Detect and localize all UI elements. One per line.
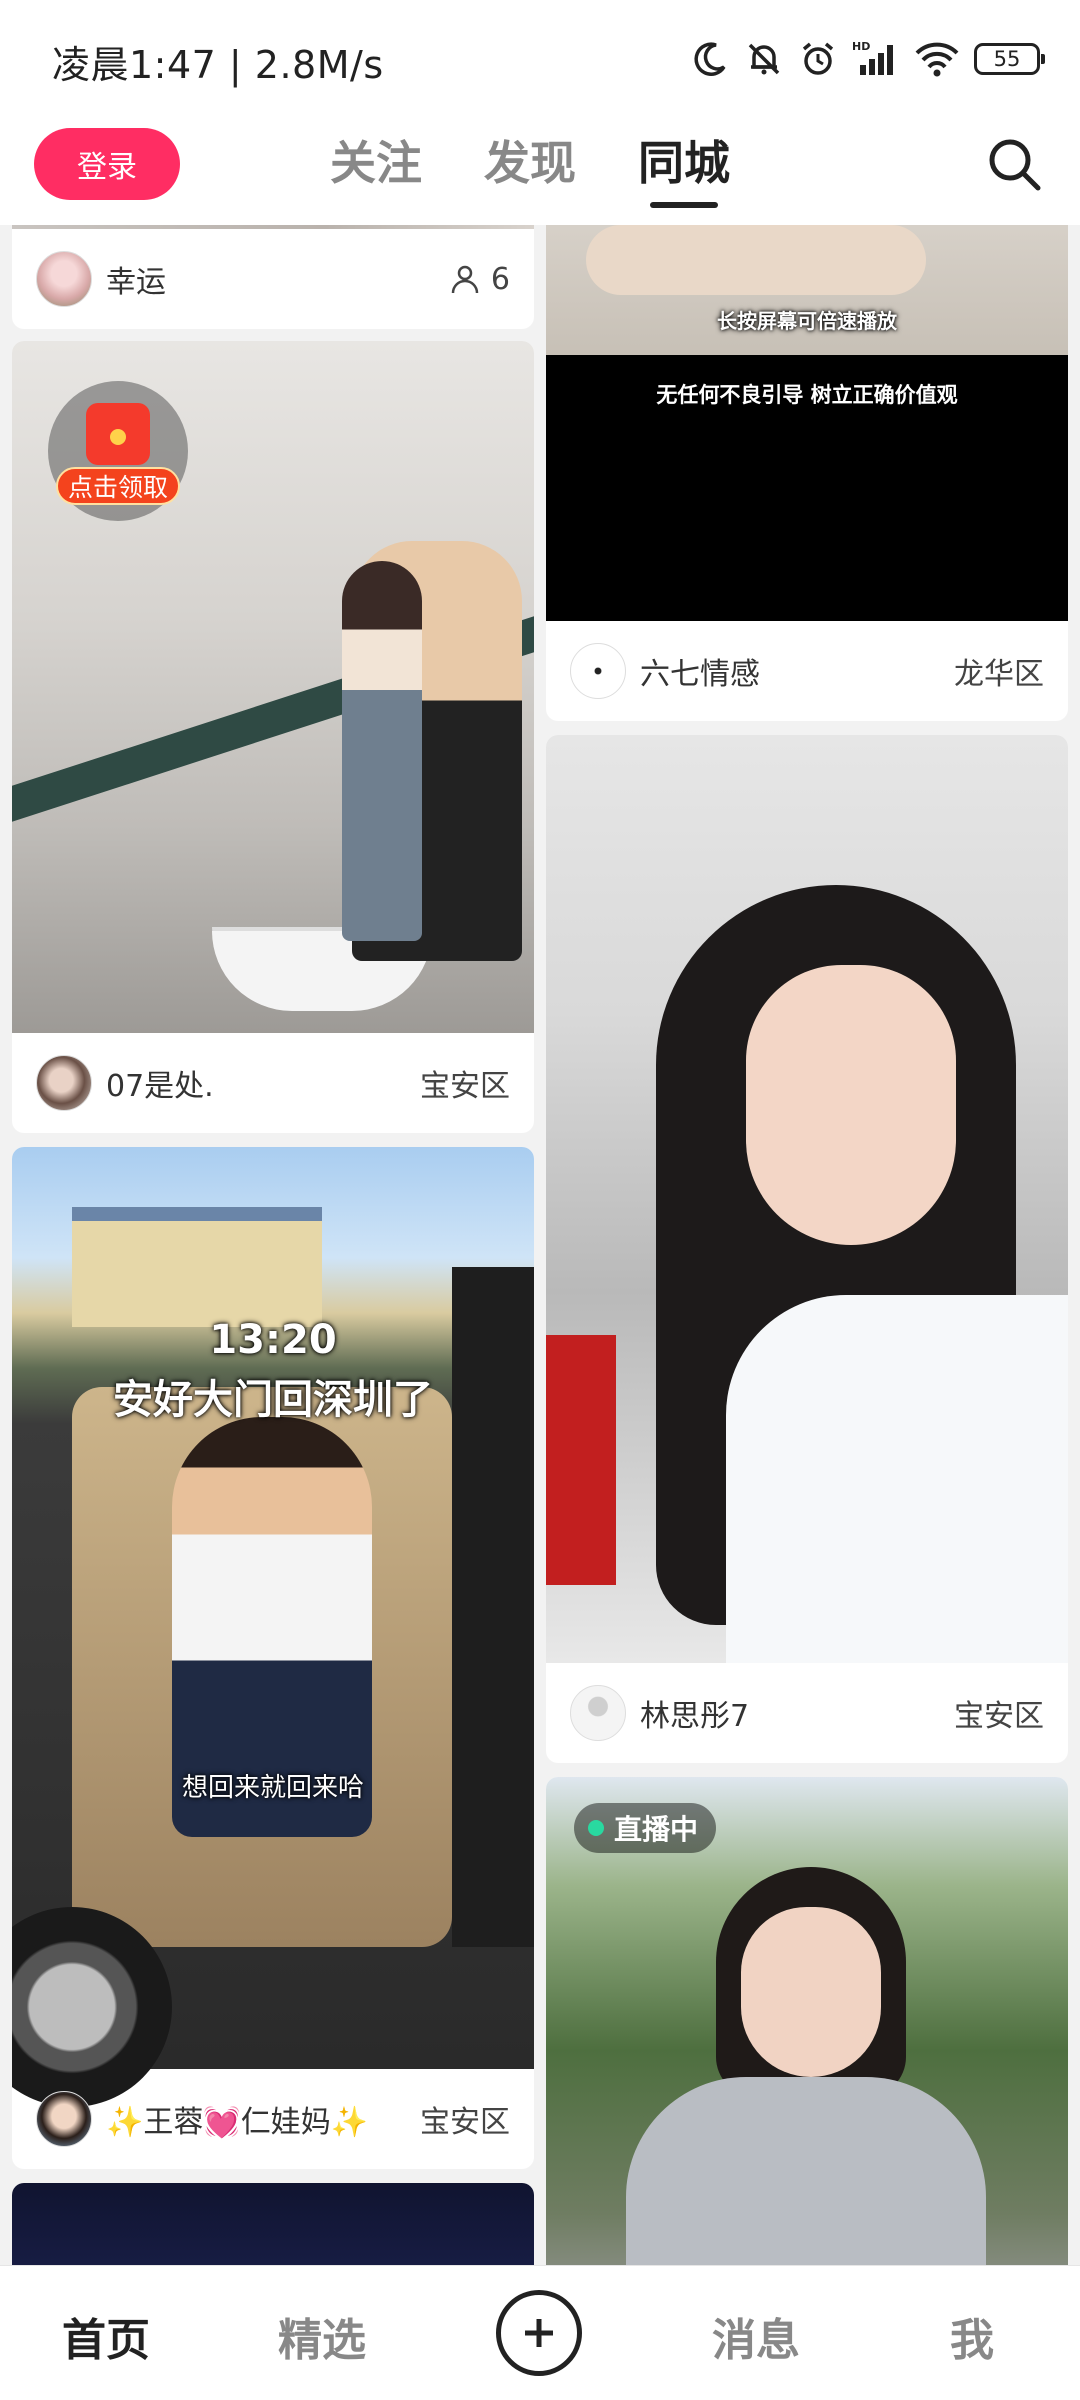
feed-card-partial[interactable] (12, 2183, 534, 2265)
avatar[interactable] (36, 251, 92, 307)
author-name[interactable]: 07是处. (106, 1061, 420, 1105)
feed-card-lucky[interactable]: 幸运 6 (12, 225, 534, 329)
tab-discover[interactable]: 发现 (484, 128, 576, 208)
person-shape (342, 561, 422, 941)
shirt-shape (726, 1295, 1068, 1663)
top-tabs: 关注 发现 同城 (330, 128, 730, 208)
avatar[interactable] (36, 1055, 92, 1111)
location-label: 龙华区 (954, 657, 1044, 692)
location-label: 宝安区 (420, 2105, 510, 2140)
card-meta: 林思彤7 宝安区 (546, 1663, 1068, 1763)
red-envelope-icon (86, 403, 150, 465)
create-button[interactable] (496, 2290, 582, 2376)
top-header: 登录 关注 发现 同城 (0, 110, 1080, 225)
bottom-nav: 首页 精选 消息 我 (0, 2265, 1080, 2400)
overlay-caption: 想回来就回来哈 (181, 1773, 364, 1803)
sofa-scene (546, 225, 1068, 355)
nav-messages[interactable]: 消息 (712, 2304, 800, 2368)
tab-local[interactable]: 同城 (638, 128, 730, 208)
author-name[interactable]: ✨王蓉💓仁娃妈✨ (106, 2097, 420, 2141)
feed-card-emotion[interactable]: 长按屏幕可倍速播放 无任何不良引导 树立正确价值观 六七情感 龙华区 (546, 225, 1068, 721)
person-icon (451, 265, 479, 294)
live-dot-icon (588, 1820, 604, 1836)
video-cover: 13:20 安好大门回深圳了 想回来就回来哈 (12, 1147, 534, 2107)
card-meta: 六七情感 龙华区 (546, 621, 1068, 721)
face-shape (746, 965, 956, 1245)
feed-card-car[interactable]: 13:20 安好大门回深圳了 想回来就回来哈 ✨王蓉💓仁娃妈✨ 宝安区 (12, 1147, 534, 2169)
hd-signal-icon: HD (852, 40, 893, 75)
nav-me[interactable]: 我 (950, 2304, 994, 2368)
video-cover: 点击领取 (12, 341, 534, 1033)
avatar[interactable] (36, 2091, 92, 2147)
author-name[interactable]: 幸运 (106, 257, 449, 301)
feed-card-portrait[interactable]: 林思彤7 宝安区 (546, 735, 1068, 1763)
viewer-count: 6 (449, 262, 510, 297)
status-icons: HD 55 (690, 36, 1045, 82)
video-cover: 直播中 (546, 1777, 1068, 2265)
plus-icon (525, 2319, 553, 2347)
bell-off-icon (748, 43, 780, 75)
feed-card-bathroom[interactable]: 点击领取 07是处. 宝安区 (12, 341, 534, 1133)
viewer-count-value: 6 (490, 261, 510, 297)
video-cover (546, 735, 1068, 1663)
avatar[interactable] (570, 643, 626, 699)
wifi-icon (915, 42, 959, 77)
person-shape (586, 225, 926, 295)
location-label: 宝安区 (420, 1069, 510, 1104)
card-meta: 07是处. 宝安区 (12, 1033, 534, 1133)
overlay-time: 13:20 (209, 1317, 337, 1363)
card-meta: 幸运 6 (12, 229, 534, 329)
avatar[interactable] (570, 1685, 626, 1741)
search-icon[interactable] (984, 134, 1044, 194)
face-shape (741, 1907, 881, 2077)
battery-icon: 55 (974, 43, 1045, 75)
overlay-title: 安好大门回深圳了 (113, 1377, 433, 1423)
author-name[interactable]: 林思彤7 (640, 1691, 954, 1735)
shirt-shape (626, 2077, 986, 2265)
red-packet-label: 点击领取 (56, 467, 180, 505)
card-meta: ✨王蓉💓仁娃妈✨ 宝安区 (12, 2069, 534, 2169)
live-label: 直播中 (614, 1813, 699, 1846)
login-button[interactable]: 登录 (34, 128, 180, 200)
alarm-icon (802, 42, 834, 75)
video-cover (12, 2183, 534, 2265)
app-root: 凌晨1:47 | 2.8M/s HD 55 登录 关注 发现 同城 幸运 6 点… (0, 0, 1080, 2400)
building (72, 1207, 322, 1327)
overlay-notice: 无任何不良引导 树立正确价值观 (656, 383, 958, 407)
status-time: 凌晨1:47 | 2.8M/s (52, 43, 384, 87)
overlay-hint: 长按屏幕可倍速播放 (717, 309, 897, 333)
status-bar: 凌晨1:47 | 2.8M/s HD 55 (0, 0, 1080, 110)
nav-home[interactable]: 首页 (62, 2304, 150, 2368)
nav-featured[interactable]: 精选 (278, 2304, 366, 2368)
svg-text:HD: HD (852, 40, 870, 53)
battery-level: 55 (993, 47, 1021, 71)
feed-grid: 幸运 6 点击领取 07是处. 宝安区 13:20 安好大门回深圳了 想回来就回… (0, 225, 1080, 2265)
video-cover: 长按屏幕可倍速播放 无任何不良引导 树立正确价值观 (546, 225, 1068, 621)
author-name[interactable]: 六七情感 (640, 649, 954, 693)
live-badge: 直播中 (574, 1803, 717, 1853)
red-sign (546, 1335, 616, 1585)
tab-follow[interactable]: 关注 (330, 128, 422, 208)
location-label: 宝安区 (954, 1699, 1044, 1734)
red-packet-badge[interactable]: 点击领取 (48, 381, 188, 521)
moon-icon (694, 42, 726, 76)
feed-card-live[interactable]: 直播中 (546, 1777, 1068, 2265)
